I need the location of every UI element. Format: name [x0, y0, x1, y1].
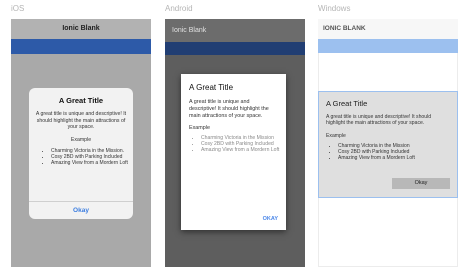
windows-okay-button[interactable]: Okay [392, 178, 450, 189]
windows-alert-title: A Great Title [326, 99, 368, 108]
android-header: Ionic Blank [165, 19, 305, 42]
ios-alert-example-label: Example [70, 136, 92, 143]
ios-alert-dialog: A Great Title A great title is unique an… [29, 88, 133, 219]
list-item: Charming Victoria in the Mission. [51, 148, 133, 154]
ios-okay-button[interactable]: Okay [29, 201, 133, 219]
android-alert-dialog: A Great Title A great title is unique an… [181, 74, 286, 230]
android-okay-button[interactable]: OKAY [263, 216, 278, 222]
ios-header: Ionic Blank [11, 19, 151, 39]
list-item: Amazing View from a Mordern Loft [51, 160, 133, 166]
platform-label-windows: Windows [318, 4, 351, 13]
platform-label-android: Android [165, 4, 193, 13]
ios-preview: Ionic Blank A Great Title A great title … [11, 19, 151, 267]
android-alert-list: Charming Victoria in the Mission Cosy 2B… [181, 135, 286, 153]
list-item: Amazing View from a Mordern Loft [201, 147, 286, 153]
windows-preview: IONIC BLANK A Great Title A great title … [318, 19, 458, 267]
windows-alert-message: A great title is unique and descriptive!… [326, 114, 432, 127]
windows-toolbar [318, 39, 458, 53]
windows-alert-example-label: Example [326, 132, 346, 139]
android-alert-example-label: Example [189, 125, 210, 132]
ios-alert-title: A Great Title [58, 96, 104, 105]
windows-alert-list: Charming Victoria in the Mission Cosy 2B… [319, 143, 457, 161]
android-alert-message: A great title is unique and descriptive!… [189, 99, 269, 119]
ios-toolbar [11, 39, 151, 54]
list-item: Cosy 2BD with Parking Included [51, 154, 133, 160]
list-item: Amazing View from a Mordern Loft [338, 155, 457, 161]
android-alert-title: A Great Title [189, 83, 234, 92]
android-preview: Ionic Blank A Great Title A great title … [165, 19, 305, 267]
windows-header: IONIC BLANK [318, 19, 458, 39]
ios-alert-message: A great title is unique and descriptive!… [35, 111, 127, 130]
windows-alert-dialog: A Great Title A great title is unique an… [318, 91, 458, 198]
platform-label-ios: iOS [11, 4, 25, 13]
ios-alert-list: Charming Victoria in the Mission. Cosy 2… [29, 148, 133, 166]
android-toolbar [165, 42, 305, 55]
